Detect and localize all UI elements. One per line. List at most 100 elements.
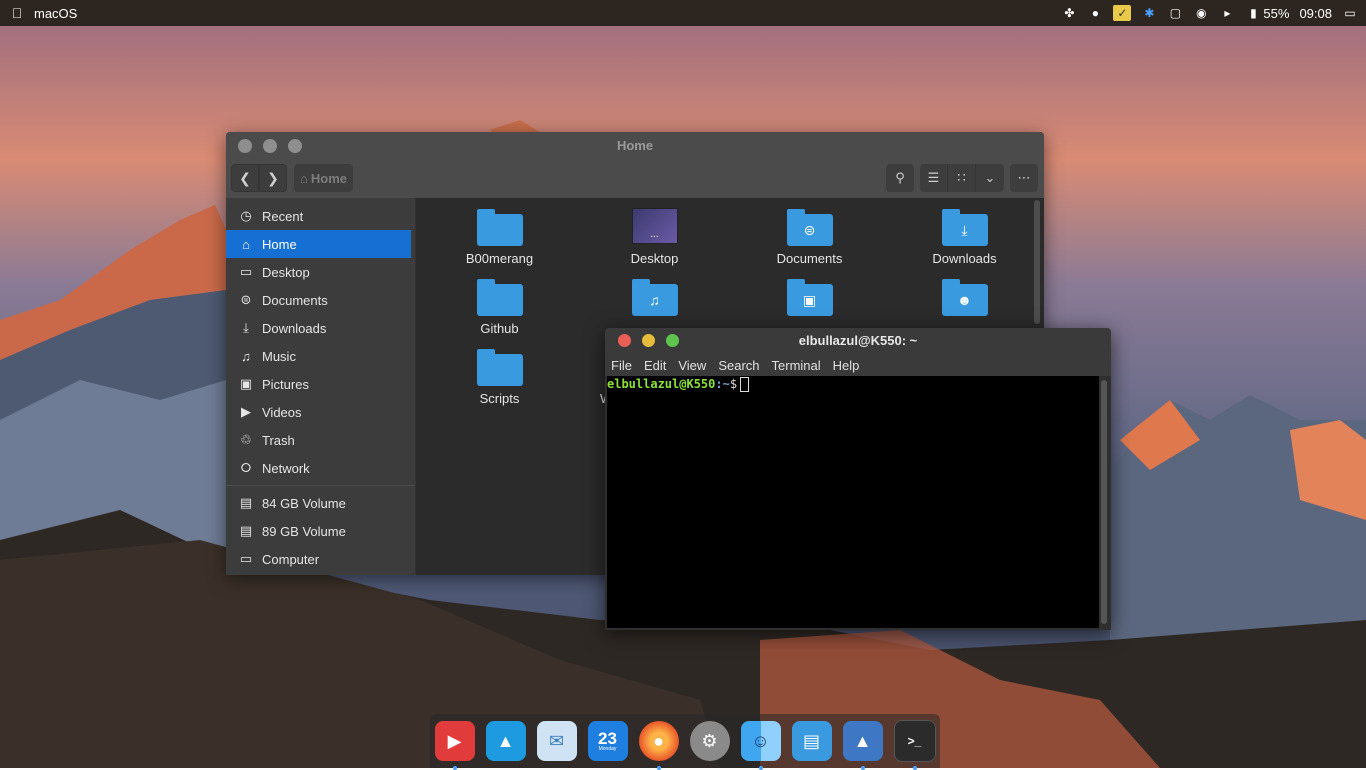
sidebar-separator: [226, 485, 415, 486]
view-switcher: ☰ ∷ ⌄: [920, 164, 1004, 192]
terminal-menu-view[interactable]: View: [678, 358, 706, 373]
file-name: Downloads: [932, 251, 997, 266]
sidebar-item-89-gb-volume[interactable]: ▤ 89 GB Volume: [226, 517, 415, 545]
display-icon[interactable]: ▭: [1342, 5, 1358, 21]
download-icon: ⤓: [243, 320, 249, 335]
terminal-menu-search[interactable]: Search: [718, 358, 759, 373]
terminal-menubar: File Edit View Search Terminal Help: [605, 354, 1111, 376]
menu-button[interactable]: ⋯: [1010, 164, 1038, 192]
grid-icon: ∷: [957, 170, 966, 185]
sidebar-item-music[interactable]: ♫ Music: [226, 342, 415, 370]
drive-icon: ▤: [239, 495, 253, 510]
sidebar-item-label: Network: [262, 460, 310, 476]
battery-percent: 55%: [1263, 5, 1290, 21]
file-name: Desktop: [630, 251, 679, 266]
folder-icon: [476, 348, 523, 388]
app-store-icon[interactable]: ▲: [485, 721, 526, 761]
bluetooth-icon[interactable]: ✱: [1141, 5, 1157, 21]
running-indicator: [758, 766, 763, 770]
terminal-titlebar[interactable]: elbullazul@K550: ~: [605, 328, 1111, 354]
sidebar-item-pictures[interactable]: ▣ Pictures: [226, 370, 415, 398]
accessibility-icon[interactable]: ✤: [1061, 5, 1077, 21]
sidebar-item-label: 84 GB Volume: [262, 495, 346, 511]
sidebar-item-downloads[interactable]: ⤓ Downloads: [226, 314, 415, 342]
terminal-menu-file[interactable]: File: [611, 358, 632, 373]
sidebar-item-documents[interactable]: ⊜ Documents: [226, 286, 415, 314]
sidebar-item-network[interactable]: ⭘ Network: [226, 454, 415, 482]
sidebar-item-videos[interactable]: ▶ Videos: [226, 398, 415, 426]
documents-icon: ⊜: [240, 292, 252, 307]
top-panel:  macOS ✤ ● ✓ ✱ ▢ ◉ ▸ ▮ 55% 09:08 ▭: [0, 0, 1366, 26]
clipboard-icon[interactable]: ▢: [1167, 5, 1183, 21]
chevron-right-icon: ❯: [267, 169, 279, 186]
places-sidebar: ◷ Recent ⌂ Home ▭ Desktop ⊜ Documents ⤓ Downloads…: [226, 198, 416, 575]
running-indicator: [656, 766, 661, 770]
sidebar-item-home[interactable]: ⌂ Home: [226, 230, 411, 258]
sidebar-item-label: Home: [262, 236, 297, 252]
system-tray: ✤ ● ✓ ✱ ▢ ◉ ▸ ▮ 55% 09:08 ▭: [1061, 5, 1358, 21]
user-icon[interactable]: ●: [1087, 5, 1103, 21]
folder-icon: [476, 278, 523, 318]
clock[interactable]: 09:08: [1299, 6, 1332, 21]
calendar-weekday: Monday: [598, 746, 617, 752]
terminal-menu-edit[interactable]: Edit: [644, 358, 666, 373]
back-button[interactable]: ❮: [231, 164, 259, 192]
folder-icon: ⊜: [786, 208, 833, 248]
sidebar-item-trash[interactable]: ♲ Trash: [226, 426, 415, 454]
terminal-screen[interactable]: elbullazul@K550:~$: [607, 376, 1099, 628]
sidebar-item-recent[interactable]: ◷ Recent: [226, 202, 415, 230]
calendar-icon[interactable]: 23 Monday: [587, 721, 628, 761]
terminal-icon[interactable]: >_: [893, 720, 936, 770]
sidebar-item-label: 89 GB Volume: [262, 523, 346, 539]
sidebar-item-desktop[interactable]: ▭ Desktop: [226, 258, 415, 286]
sidebar-item-computer[interactable]: ▭ Computer: [226, 545, 415, 573]
scrollbar[interactable]: [1034, 200, 1040, 324]
folder-icon: [476, 208, 523, 248]
terminal-menu-help[interactable]: Help: [833, 358, 860, 373]
battery-status[interactable]: ▮ 55%: [1245, 5, 1289, 21]
running-indicator: [912, 766, 917, 770]
computer-icon: ▭: [239, 551, 253, 566]
forward-button[interactable]: ❯: [259, 164, 287, 192]
trash-icon: ♲: [240, 432, 252, 447]
terminal-title: elbullazul@K550: ~: [798, 333, 918, 348]
file-manager-headerbar[interactable]: Home ❮ ❯ ⌂ Home ⚲ ☰ ∷ ⌄ ⋯: [226, 132, 1044, 198]
search-button[interactable]: ⚲: [886, 164, 914, 192]
list-view-button[interactable]: ☰: [920, 164, 948, 192]
file-item[interactable]: ⊜ Documents: [732, 208, 887, 266]
volume-icon[interactable]: ▸: [1219, 5, 1235, 21]
file-item[interactable]: B00merang: [422, 208, 577, 266]
network-icon: ⭘: [240, 460, 252, 475]
image-viewer-icon[interactable]: ▲: [842, 721, 883, 770]
finder-icon[interactable]: ☺: [740, 721, 781, 770]
settings-icon[interactable]: ⚙: [689, 721, 730, 761]
files-icon[interactable]: ▤: [791, 721, 832, 761]
notes-icon[interactable]: ✓: [1113, 5, 1132, 21]
grid-view-button[interactable]: ∷: [948, 164, 976, 192]
wifi-icon[interactable]: ◉: [1193, 5, 1209, 21]
sidebar-item-label: Downloads: [262, 320, 327, 336]
toolbar-right: ⚲ ☰ ∷ ⌄ ⋯: [886, 164, 1038, 192]
calendar-day: 23: [598, 729, 617, 748]
apple-menu-icon[interactable]: : [8, 5, 26, 21]
folder-icon: ⤓: [941, 208, 988, 248]
file-item[interactable]: Github: [422, 278, 577, 336]
pictures-icon: ▣: [239, 376, 253, 391]
sidebar-item-84-gb-volume[interactable]: ▤ 84 GB Volume: [226, 489, 415, 517]
view-options-button[interactable]: ⌄: [976, 164, 1004, 192]
firefox-icon[interactable]: ●: [638, 721, 679, 770]
file-item[interactable]: Scripts: [422, 348, 577, 420]
file-item[interactable]: ... Desktop: [577, 208, 732, 266]
breadcrumb-home[interactable]: ⌂ Home: [294, 164, 353, 192]
terminal-scrollbar[interactable]: [1101, 380, 1107, 624]
music-icon: ♫: [241, 348, 251, 364]
video-player-icon[interactable]: ▶: [434, 721, 475, 770]
video-icon: ▶: [241, 404, 251, 419]
search-icon: ⚲: [895, 170, 905, 185]
mail-icon[interactable]: ✉: [536, 721, 577, 761]
terminal-menu-terminal[interactable]: Terminal: [772, 358, 821, 373]
file-name: B00merang: [465, 251, 534, 266]
clock-icon: ◷: [240, 208, 252, 223]
file-item[interactable]: ⤓ Downloads: [887, 208, 1042, 266]
active-app-name[interactable]: macOS: [34, 6, 77, 21]
